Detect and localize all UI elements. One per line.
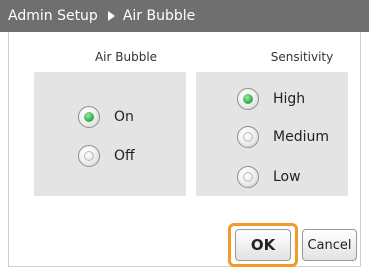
- sensitivity-option-high[interactable]: High: [237, 88, 305, 110]
- air-bubble-option-off[interactable]: Off: [78, 145, 135, 167]
- radio-low[interactable]: [237, 166, 259, 188]
- radio-medium[interactable]: [237, 126, 259, 148]
- breadcrumb-root: Admin Setup: [8, 8, 98, 24]
- sensitivity-group-title: Sensitivity: [270, 50, 334, 64]
- air-bubble-dialog: Admin Setup Air Bubble Air Bubble On Off…: [0, 0, 369, 271]
- breadcrumb-page: Air Bubble: [122, 8, 196, 24]
- radio-unselected-icon: [243, 132, 253, 142]
- air-bubble-panel: [34, 72, 186, 196]
- sensitivity-option-medium[interactable]: Medium: [237, 126, 329, 148]
- option-label: High: [273, 91, 306, 107]
- title-bar: Admin Setup Air Bubble: [0, 0, 369, 32]
- sensitivity-option-low[interactable]: Low: [237, 166, 301, 188]
- air-bubble-group-title: Air Bubble: [94, 50, 158, 64]
- radio-selected-icon: [84, 112, 94, 122]
- option-label: On: [114, 109, 134, 125]
- radio-unselected-icon: [243, 172, 253, 182]
- option-label: Off: [114, 148, 135, 164]
- breadcrumb-arrow-icon: [107, 11, 115, 21]
- radio-high[interactable]: [237, 88, 259, 110]
- air-bubble-option-on[interactable]: On: [78, 106, 134, 128]
- radio-selected-icon: [243, 94, 253, 104]
- ok-button[interactable]: OK: [235, 229, 291, 261]
- radio-on[interactable]: [78, 106, 100, 128]
- radio-unselected-icon: [84, 151, 94, 161]
- option-label: Medium: [273, 129, 329, 145]
- cancel-button[interactable]: Cancel: [302, 229, 357, 261]
- radio-off[interactable]: [78, 145, 100, 167]
- option-label: Low: [273, 169, 301, 185]
